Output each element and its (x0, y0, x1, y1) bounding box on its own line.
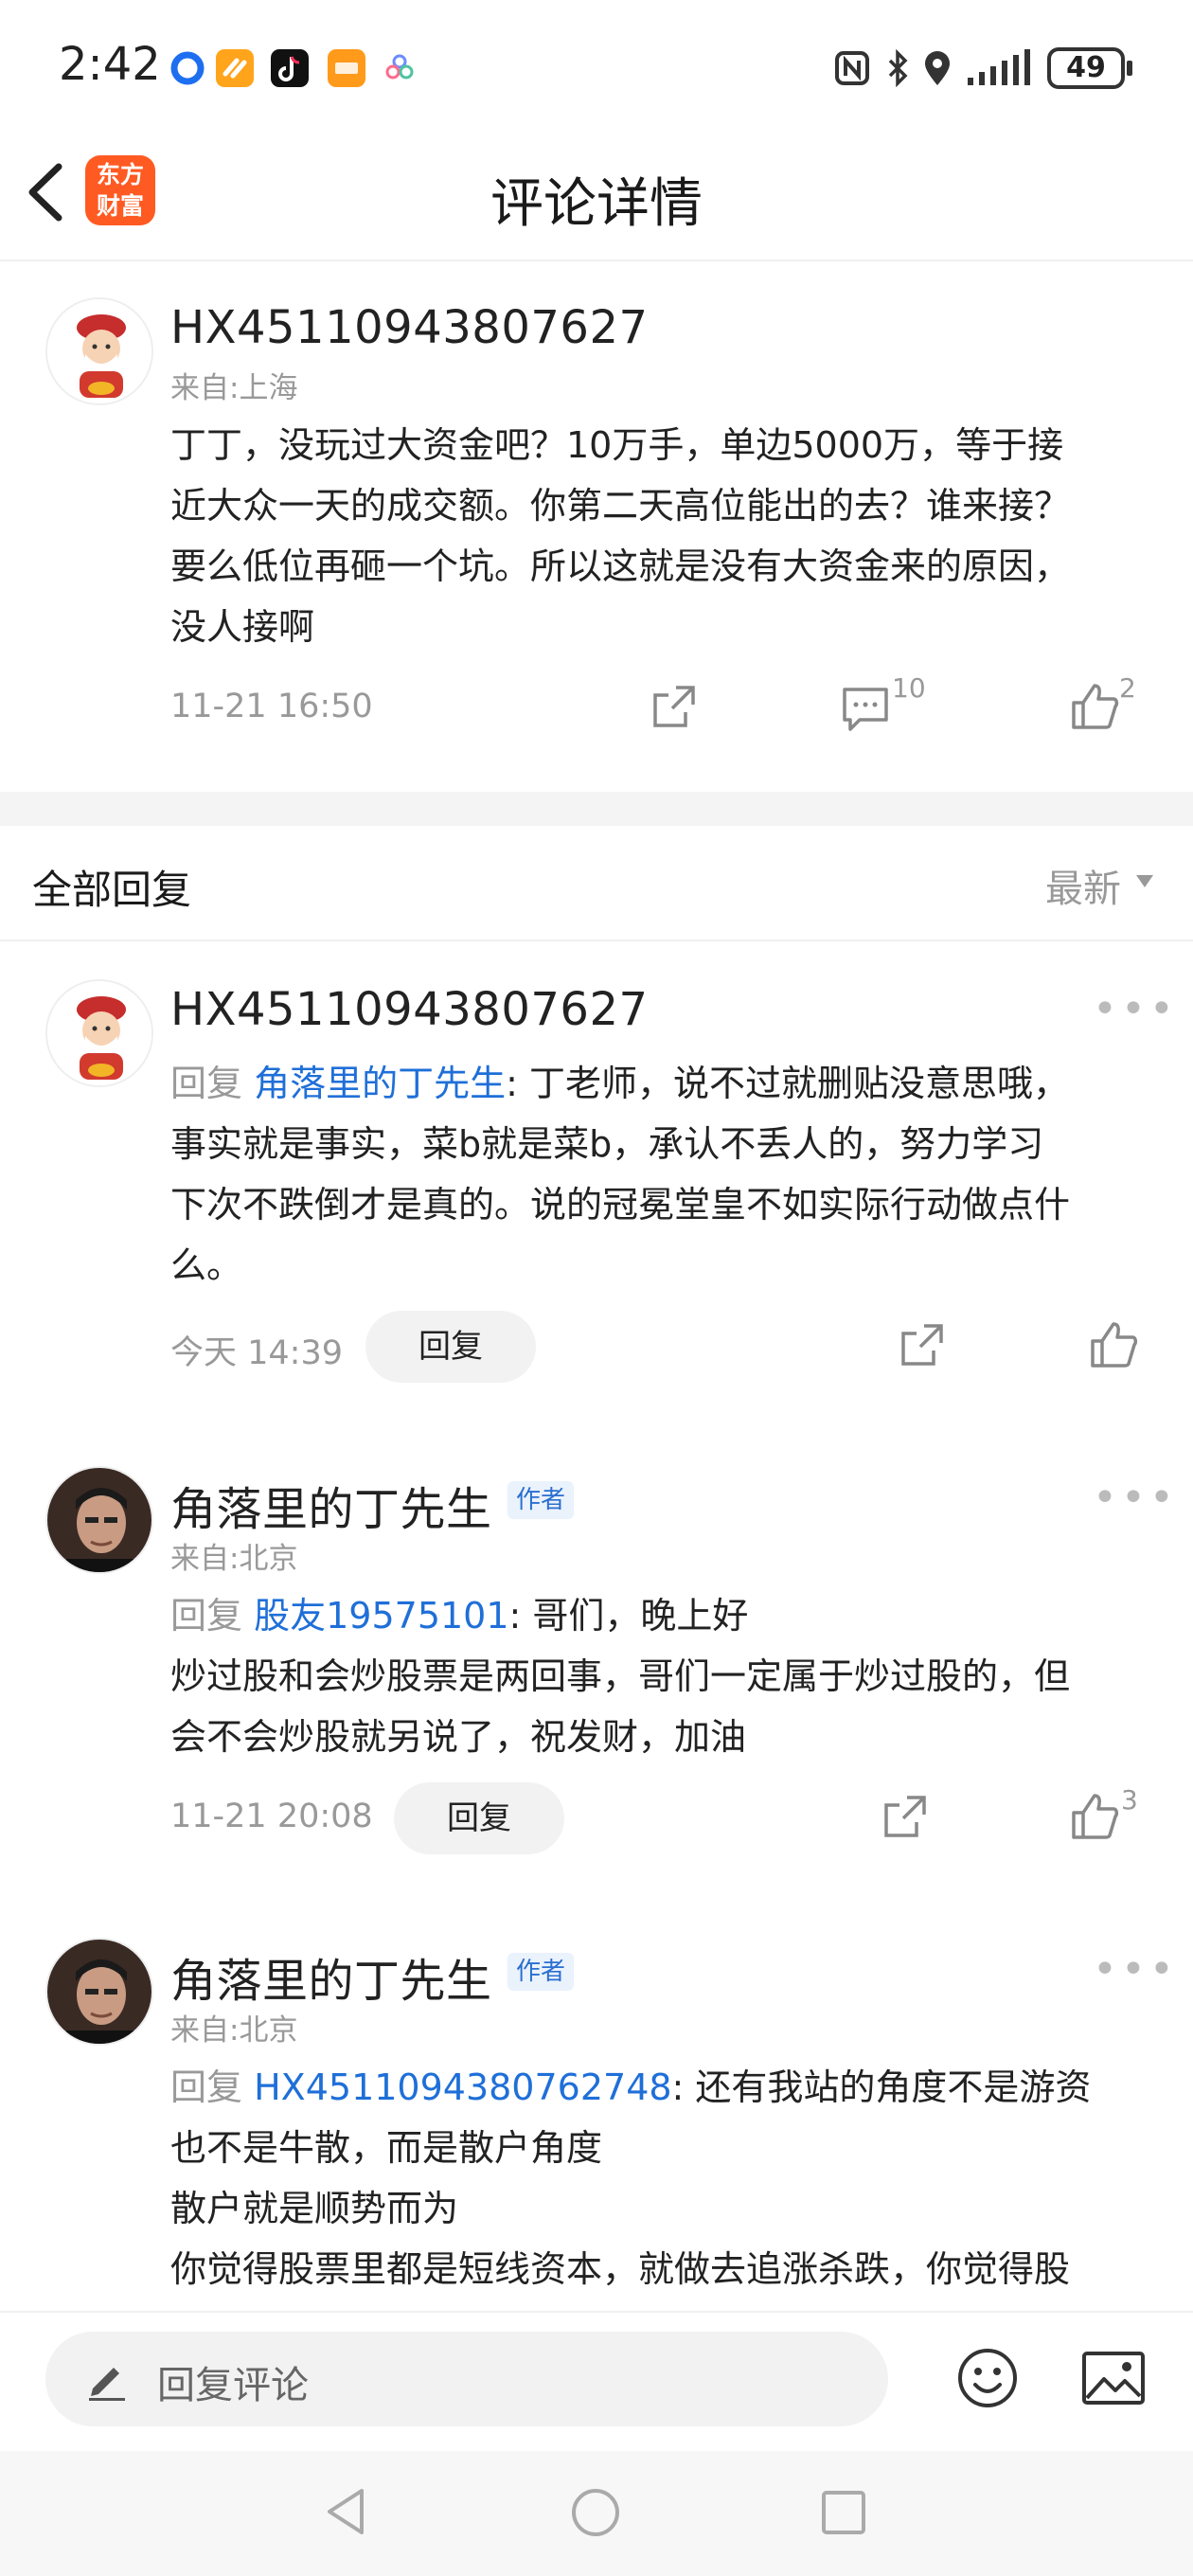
reply-location: 来自:北京 (170, 2013, 298, 2048)
comment-icon[interactable] (839, 682, 892, 735)
reply-line: 下次不跌倒才是真的。说的冠冕堂皇不如实际行动做点什 (170, 1184, 1071, 1225)
like-icon[interactable] (1068, 680, 1121, 733)
reply-line: 回复 角落里的丁先生: 丁老师，说不过就删贴没意思哦， (170, 1053, 1155, 1114)
post-username[interactable]: HX45110943807627 (170, 301, 649, 354)
bluetooth-icon (879, 48, 917, 88)
more-options-icon[interactable]: ••• (1093, 1945, 1178, 1994)
signal-icon (966, 49, 1034, 87)
reply-line: 你觉得股票里都是短线资本，就做去追涨杀跌，你觉得股 (170, 2248, 1071, 2290)
orange-app-icon (216, 49, 254, 87)
reply-button[interactable]: 回复 (365, 1311, 536, 1383)
reply-line: 散户就是顺势而为 (170, 2188, 459, 2229)
reply-line: 么。 (170, 1244, 243, 1286)
like-count: 2 (1119, 672, 1136, 704)
reply-content: 回复 角落里的丁先生: 丁老师，说不过就删贴没意思哦， 事实就是事实，菜b就是菜… (170, 1053, 1155, 1296)
status-time: 2:42 (59, 38, 161, 91)
reply-location: 来自:北京 (170, 1542, 298, 1576)
avatar[interactable] (45, 979, 153, 1087)
reply-time: 今天 14:39 (170, 1334, 343, 1372)
reply-text: : 丁老师，说不过就删贴没意思哦， (506, 1063, 1070, 1104)
share-icon[interactable] (896, 1318, 949, 1371)
reply-prefix: 回复 (170, 2066, 243, 2108)
like-icon[interactable] (1068, 1790, 1121, 1843)
orange-square-app-icon (328, 49, 365, 87)
caret-down-icon[interactable] (1136, 875, 1153, 887)
reply-line: 回复 HX4511094380762748: 还有我站的角度不是游资 (170, 2057, 1155, 2118)
nfc-icon (833, 49, 871, 87)
more-options-icon[interactable]: ••• (1093, 985, 1178, 1033)
reply-content: 回复 HX4511094380762748: 还有我站的角度不是游资 也不是牛散… (170, 2057, 1155, 2299)
flower-app-icon (381, 49, 418, 87)
pencil-icon (85, 2354, 129, 2402)
reply-button[interactable]: 回复 (394, 1782, 564, 1854)
reply-line: 回复 股友19575101: 哥们，晚上好 (170, 1585, 1155, 1646)
blue-circle-app-icon (169, 49, 206, 87)
post-content: 丁丁，没玩过大资金吧？10万手，单边5000万，等于接 近大众一天的成交额。你第… (170, 415, 1146, 657)
like-icon[interactable] (1087, 1318, 1140, 1371)
reply-prefix: 回复 (170, 1595, 243, 1637)
reply-line: 事实就是事实，菜b就是菜b，承认不丢人的，努力学习 (170, 1123, 1044, 1165)
author-badge: 作者 (507, 1481, 575, 1519)
page-title: 评论详情 (490, 173, 703, 235)
reply-line: 炒过股和会炒股票是两回事，哥们一定属于炒过股的，但 (170, 1655, 1071, 1697)
post-line: 丁丁，没玩过大资金吧？10万手，单边5000万，等于接 (170, 424, 1064, 466)
sort-dropdown[interactable]: 最新 (1045, 858, 1121, 913)
post-line: 要么低位再砸一个坑。所以这就是没有大资金来的原因， (170, 546, 1071, 587)
header-divider (0, 259, 1193, 261)
reply-line: 也不是牛散，而是散户角度 (170, 2127, 603, 2169)
reply-username[interactable]: HX45110943807627 (170, 983, 649, 1036)
tiktok-app-icon (271, 49, 309, 87)
reply-to-link[interactable]: 股友19575101 (254, 1595, 508, 1637)
reply-input-placeholder[interactable]: 回复评论 (157, 2354, 309, 2409)
nav-back-icon[interactable] (322, 2485, 369, 2538)
author-badge: 作者 (507, 1953, 575, 1991)
battery-icon: 49 (1047, 47, 1132, 89)
nav-recents-icon[interactable] (820, 2489, 867, 2536)
nav-home-icon[interactable] (570, 2487, 621, 2538)
reply-username[interactable]: 角落里的丁先生 (170, 1472, 492, 1538)
share-icon[interactable] (879, 1790, 932, 1843)
comment-count: 10 (892, 672, 926, 704)
location-icon (918, 49, 956, 87)
reply-text: : 哥们，晚上好 (508, 1595, 749, 1637)
reply-to-link[interactable]: HX4511094380762748 (254, 2066, 671, 2108)
avatar[interactable] (45, 1938, 153, 2046)
avatar[interactable] (45, 297, 153, 405)
reply-to-link[interactable]: 角落里的丁先生 (254, 1063, 506, 1104)
more-options-icon[interactable]: ••• (1093, 1474, 1178, 1522)
reply-time: 11-21 20:08 (170, 1798, 373, 1835)
reply-text: : 还有我站的角度不是游资 (671, 2066, 1092, 2108)
image-icon[interactable] (1081, 2351, 1146, 2406)
post-line: 近大众一天的成交额。你第二天高位能出的去？谁来接？ (170, 485, 1071, 527)
section-gap (0, 792, 1193, 826)
post-time: 11-21 16:50 (170, 688, 373, 725)
share-icon[interactable] (648, 680, 701, 733)
reply-username[interactable]: 角落里的丁先生 (170, 1943, 492, 2010)
section-title: 全部回复 (32, 867, 192, 913)
emoji-icon[interactable] (956, 2347, 1019, 2409)
reply-prefix: 回复 (170, 1063, 243, 1104)
section-divider (0, 939, 1193, 941)
avatar[interactable] (45, 1466, 153, 1574)
post-location: 来自:上海 (170, 371, 298, 405)
like-count: 3 (1121, 1784, 1138, 1816)
reply-line: 会不会炒股就另说了，祝发财，加油 (170, 1716, 747, 1758)
reply-content: 回复 股友19575101: 哥们，晚上好 炒过股和会炒股票是两回事，哥们一定属… (170, 1585, 1155, 1767)
post-line: 没人接啊 (170, 606, 315, 648)
